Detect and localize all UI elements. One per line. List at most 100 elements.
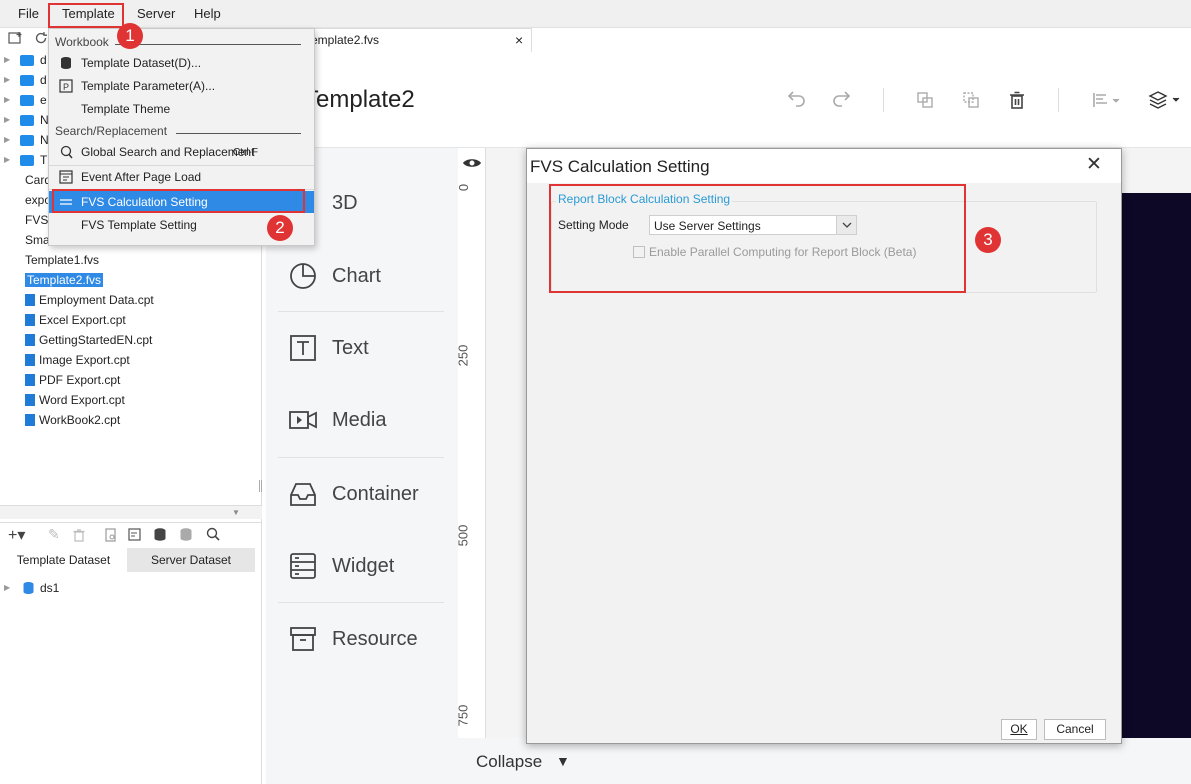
dialog-titlebar: FVS Calculation Setting ✕ [527, 149, 1121, 183]
delete-icon[interactable] [72, 528, 86, 542]
tree-file[interactable]: Sma [25, 230, 50, 250]
menu-bar: File Template Server Help [0, 0, 1191, 28]
add-dataset-icon[interactable]: +▾ [8, 525, 25, 545]
tree-folder[interactable]: ▶ e [0, 90, 50, 110]
ruler-label: 0 [456, 183, 472, 192]
folder-icon [20, 95, 34, 106]
redo-icon[interactable] [832, 90, 854, 110]
tree-cpt-file[interactable]: WorkBook2.cpt [25, 410, 120, 430]
divider [278, 602, 444, 603]
send-back-icon[interactable] [961, 90, 981, 110]
toolbar-divider [1058, 88, 1059, 112]
menu-item-template-dataset[interactable]: Template Dataset(D)... [49, 52, 314, 74]
tree-file[interactable]: Template1.fvs [25, 250, 99, 270]
highlight-box-dialog-group [549, 184, 966, 293]
svg-text:P: P [63, 82, 69, 92]
highlight-box-fvs-calc [52, 189, 305, 213]
tree-cpt-file[interactable]: Employment Data.cpt [25, 290, 154, 310]
new-folder-icon[interactable] [8, 31, 24, 45]
folder-icon [20, 55, 34, 66]
tab-template-dataset[interactable]: Template Dataset [0, 548, 127, 572]
component-text[interactable]: Text [284, 328, 444, 368]
chevron-down-icon: ▼ [232, 508, 240, 517]
close-icon[interactable]: × [515, 32, 523, 48]
menu-item-template-parameter[interactable]: P Template Parameter(A)... [49, 75, 314, 97]
step-badge-1: 1 [117, 23, 143, 49]
search-replace-icon [60, 145, 73, 159]
section-search: Search/Replacement [55, 124, 168, 138]
server-database-icon[interactable] [179, 527, 194, 542]
pie-chart-icon [290, 263, 316, 289]
component-chart[interactable]: Chart [284, 256, 444, 296]
cancel-button[interactable]: Cancel [1044, 719, 1106, 740]
panel-splitter[interactable] [258, 480, 262, 520]
divider [278, 311, 444, 312]
menu-item-global-search[interactable]: Global Search and Replacement Ctrl-F [49, 141, 314, 163]
dashboard-canvas[interactable] [1120, 193, 1191, 738]
tree-cpt-file[interactable]: GettingStartedEN.cpt [25, 330, 152, 350]
refresh-icon[interactable] [34, 31, 48, 45]
tab-title: emplate2.fvs [311, 33, 380, 47]
menu-item-template-theme[interactable]: Template Theme [49, 98, 314, 120]
template-menu-dropdown: Workbook Template Dataset(D)... P Templa… [48, 28, 315, 246]
caret-down-icon[interactable]: ▼ [556, 753, 570, 769]
bottom-bar: Collapse ▼ [458, 738, 1191, 784]
ruler-label: 750 [455, 704, 471, 727]
component-widget[interactable]: Widget [284, 546, 444, 586]
expand-arrow-icon[interactable]: ▶ [4, 50, 10, 70]
report-file-icon [25, 314, 35, 326]
step-badge-2: 2 [267, 215, 293, 241]
component-container[interactable]: Container [284, 474, 444, 514]
menu-item-event-after-load[interactable]: Event After Page Load [49, 166, 314, 188]
expand-arrow-icon[interactable]: ▶ [4, 90, 10, 110]
divider [115, 44, 301, 45]
dataset-tabs: Template Dataset Server Dataset [0, 548, 255, 572]
trash-icon[interactable] [1008, 90, 1026, 110]
ruler-label: 250 [455, 344, 471, 367]
preview-icon[interactable] [104, 528, 118, 542]
ok-button[interactable]: OK [1001, 719, 1037, 740]
tree-file[interactable]: FVS [25, 210, 48, 230]
report-file-icon [25, 354, 35, 366]
tab-template2[interactable]: emplate2.fvs × [300, 28, 532, 52]
menu-server[interactable]: Server [137, 6, 175, 21]
layers-icon[interactable] [1148, 89, 1182, 111]
panel-collapse-handle[interactable]: ▼ [0, 505, 262, 519]
expand-arrow-icon[interactable]: ▶ [4, 110, 10, 130]
undo-icon[interactable] [784, 90, 806, 110]
edit-icon[interactable]: ✎ [48, 526, 60, 543]
tree-folder[interactable]: ▶ N [0, 110, 50, 130]
tree-cpt-file[interactable]: PDF Export.cpt [25, 370, 120, 390]
collapse-button[interactable]: Collapse [476, 752, 542, 772]
tree-cpt-file[interactable]: Word Export.cpt [25, 390, 125, 410]
expand-arrow-icon[interactable]: ▶ [4, 130, 10, 150]
menu-file[interactable]: File [18, 6, 39, 21]
expand-arrow-icon[interactable]: ▶ [4, 578, 10, 598]
menu-help[interactable]: Help [194, 6, 221, 21]
close-icon[interactable]: ✕ [1086, 153, 1102, 176]
expand-arrow-icon[interactable]: ▶ [4, 150, 10, 170]
step-badge-3: 3 [975, 227, 1001, 253]
tree-folder[interactable]: ▶ T [0, 150, 50, 170]
report-file-icon [25, 374, 35, 386]
page-title: Template2 [304, 86, 415, 113]
dataset-item[interactable]: ▶ ds1 [0, 578, 100, 598]
bring-front-icon[interactable] [915, 90, 935, 110]
search-icon[interactable] [206, 527, 220, 541]
tab-server-dataset[interactable]: Server Dataset [127, 548, 255, 572]
align-icon[interactable] [1091, 90, 1123, 110]
component-media[interactable]: Media [284, 400, 444, 440]
tree-cpt-file[interactable]: Image Export.cpt [25, 350, 130, 370]
component-resource[interactable]: Resource [284, 619, 444, 659]
dataset-edit-icon[interactable] [128, 528, 143, 542]
tree-file-selected[interactable]: Template2.fvs [25, 270, 104, 290]
tree-folder[interactable]: ▶ d [0, 50, 50, 70]
tree-folder[interactable]: ▶ N [0, 130, 50, 150]
tree-folder[interactable]: ▶ d [0, 70, 50, 90]
dialog-title: FVS Calculation Setting [530, 157, 710, 176]
tree-cpt-file[interactable]: Excel Export.cpt [25, 310, 126, 330]
expand-arrow-icon[interactable]: ▶ [4, 70, 10, 90]
eye-icon[interactable] [462, 156, 482, 170]
database-icon[interactable] [153, 527, 168, 542]
text-icon [290, 335, 316, 361]
